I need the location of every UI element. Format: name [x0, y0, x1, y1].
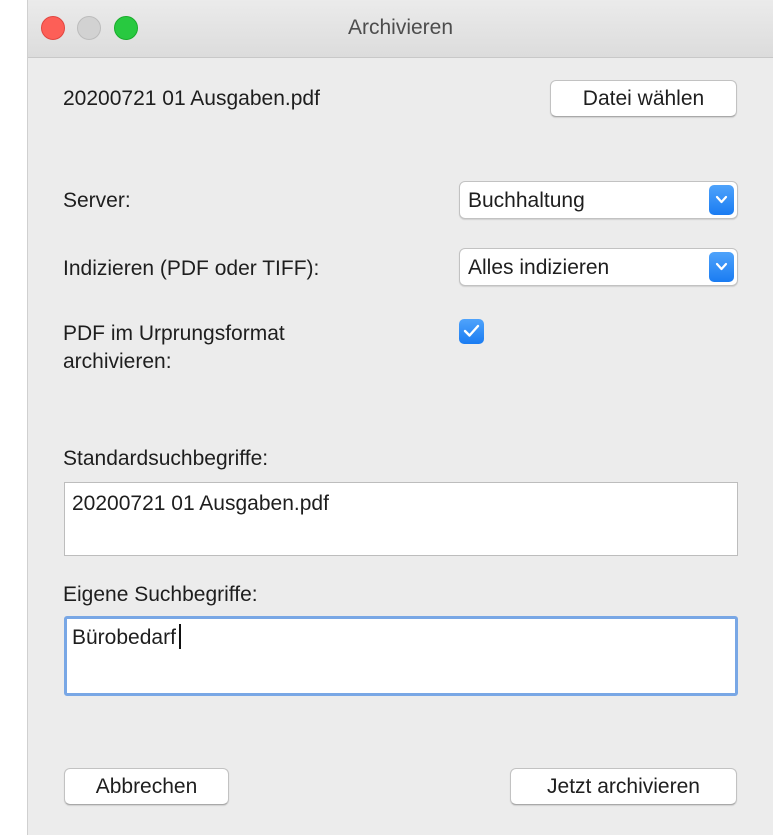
- custom-terms-field[interactable]: Bürobedarf: [64, 616, 738, 696]
- custom-terms-value: Bürobedarf: [72, 626, 176, 649]
- chevron-down-icon: [709, 252, 734, 282]
- chevron-down-icon: [709, 185, 734, 215]
- selected-file-name: 20200721 01 Ausgaben.pdf: [63, 87, 320, 110]
- index-label: Indizieren (PDF oder TIFF):: [63, 257, 320, 280]
- server-select[interactable]: Buchhaltung: [459, 181, 738, 219]
- server-selected-value: Buchhaltung: [468, 189, 585, 212]
- archive-original-checkbox[interactable]: [459, 319, 484, 344]
- index-select[interactable]: Alles indizieren: [459, 248, 738, 286]
- choose-file-button[interactable]: Datei wählen: [550, 80, 737, 117]
- standard-terms-field[interactable]: 20200721 01 Ausgaben.pdf: [64, 482, 738, 556]
- standard-terms-value: 20200721 01 Ausgaben.pdf: [72, 492, 329, 515]
- archive-original-label-line2: archivieren:: [63, 350, 172, 373]
- index-selected-value: Alles indizieren: [468, 256, 610, 279]
- standard-terms-label: Standardsuchbegriffe:: [63, 447, 269, 470]
- text-cursor: [178, 624, 181, 649]
- server-label: Server:: [63, 189, 131, 212]
- archive-now-button[interactable]: Jetzt archivieren: [510, 768, 737, 805]
- cancel-button[interactable]: Abbrechen: [64, 768, 229, 805]
- archive-dialog: Archivieren 20200721 01 Ausgaben.pdf Dat…: [27, 0, 773, 835]
- custom-terms-label: Eigene Suchbegriffe:: [63, 583, 258, 606]
- window-title: Archivieren: [347, 16, 454, 39]
- title-bar[interactable]: Archivieren: [28, 0, 773, 58]
- archive-original-label-line1: PDF im Urprungsformat: [63, 322, 285, 345]
